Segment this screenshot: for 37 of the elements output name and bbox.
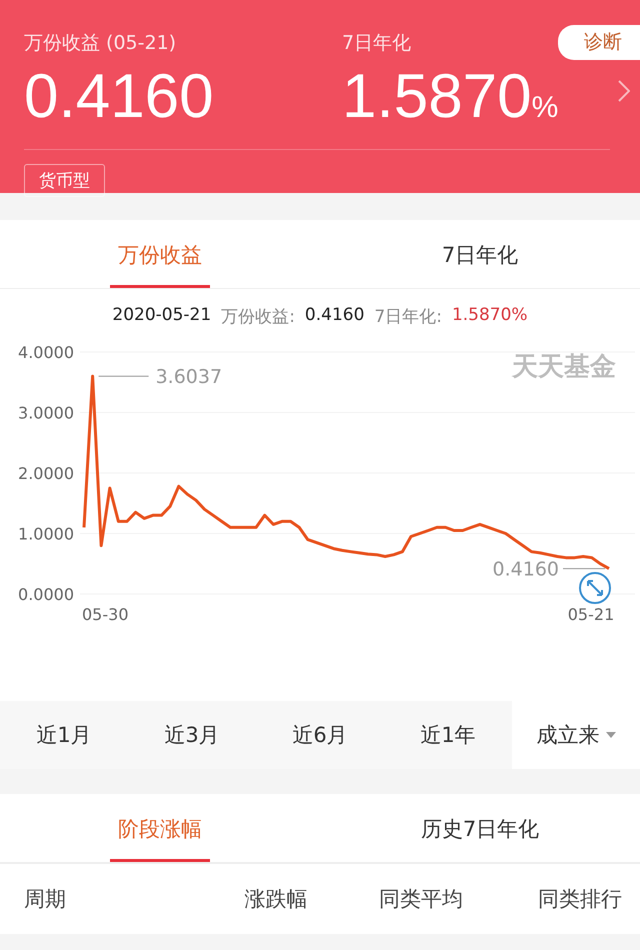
y-axis-label: 2.0000 <box>18 464 74 483</box>
diagnose-button[interactable]: 诊断 <box>558 25 640 60</box>
max-annotation: 3.6037 <box>156 366 222 388</box>
column-header: 周期 <box>24 886 67 913</box>
chart-tab[interactable]: 万份收益 <box>110 220 210 288</box>
range-tab[interactable]: 近3月 <box>128 701 256 769</box>
yield-label: 万份收益 (05-21) <box>24 31 178 56</box>
info-label: 7日年化: <box>374 306 442 329</box>
info-label: 万份收益: <box>221 306 295 329</box>
y-axis-label: 4.0000 <box>18 343 74 362</box>
annual-value: 1.5870% <box>342 62 558 133</box>
range-tab[interactable]: 近6月 <box>256 701 384 769</box>
chart-tab[interactable]: 7日年化 <box>434 220 526 288</box>
range-tab[interactable]: 近1月 <box>0 701 128 769</box>
range-tab[interactable]: 近1年 <box>384 701 512 769</box>
info-value: 0.4160 <box>304 305 364 327</box>
fund-type-tag: 货币型 <box>24 164 105 197</box>
chart-watermark: 天天基金 <box>512 351 616 384</box>
column-header: 同类平均 <box>378 886 464 913</box>
y-axis-label: 1.0000 <box>18 524 74 544</box>
y-axis-label: 0.0000 <box>18 585 74 604</box>
latest-annotation: 0.4160 <box>492 558 559 581</box>
period-tab[interactable]: 历史7日年化 <box>412 794 548 862</box>
chevron-right-icon[interactable] <box>618 80 630 102</box>
x-axis-label: 05-30 <box>82 605 128 624</box>
yield-value: 0.4160 <box>24 62 215 132</box>
column-header: 涨跌幅 <box>244 886 308 913</box>
period-tab[interactable]: 阶段涨幅 <box>110 794 210 862</box>
annual-label: 7日年化 <box>342 31 412 56</box>
info-date: 2020-05-21 <box>112 305 212 327</box>
y-axis-label: 3.0000 <box>18 404 74 422</box>
x-axis-label: 05-21 <box>568 605 614 624</box>
range-tab[interactable]: 成立来 <box>512 701 640 769</box>
dropdown-caret-icon <box>606 732 616 738</box>
expand-icon[interactable] <box>579 572 611 604</box>
info-value: 1.5870% <box>452 305 528 327</box>
column-header: 同类排行 <box>538 886 622 913</box>
